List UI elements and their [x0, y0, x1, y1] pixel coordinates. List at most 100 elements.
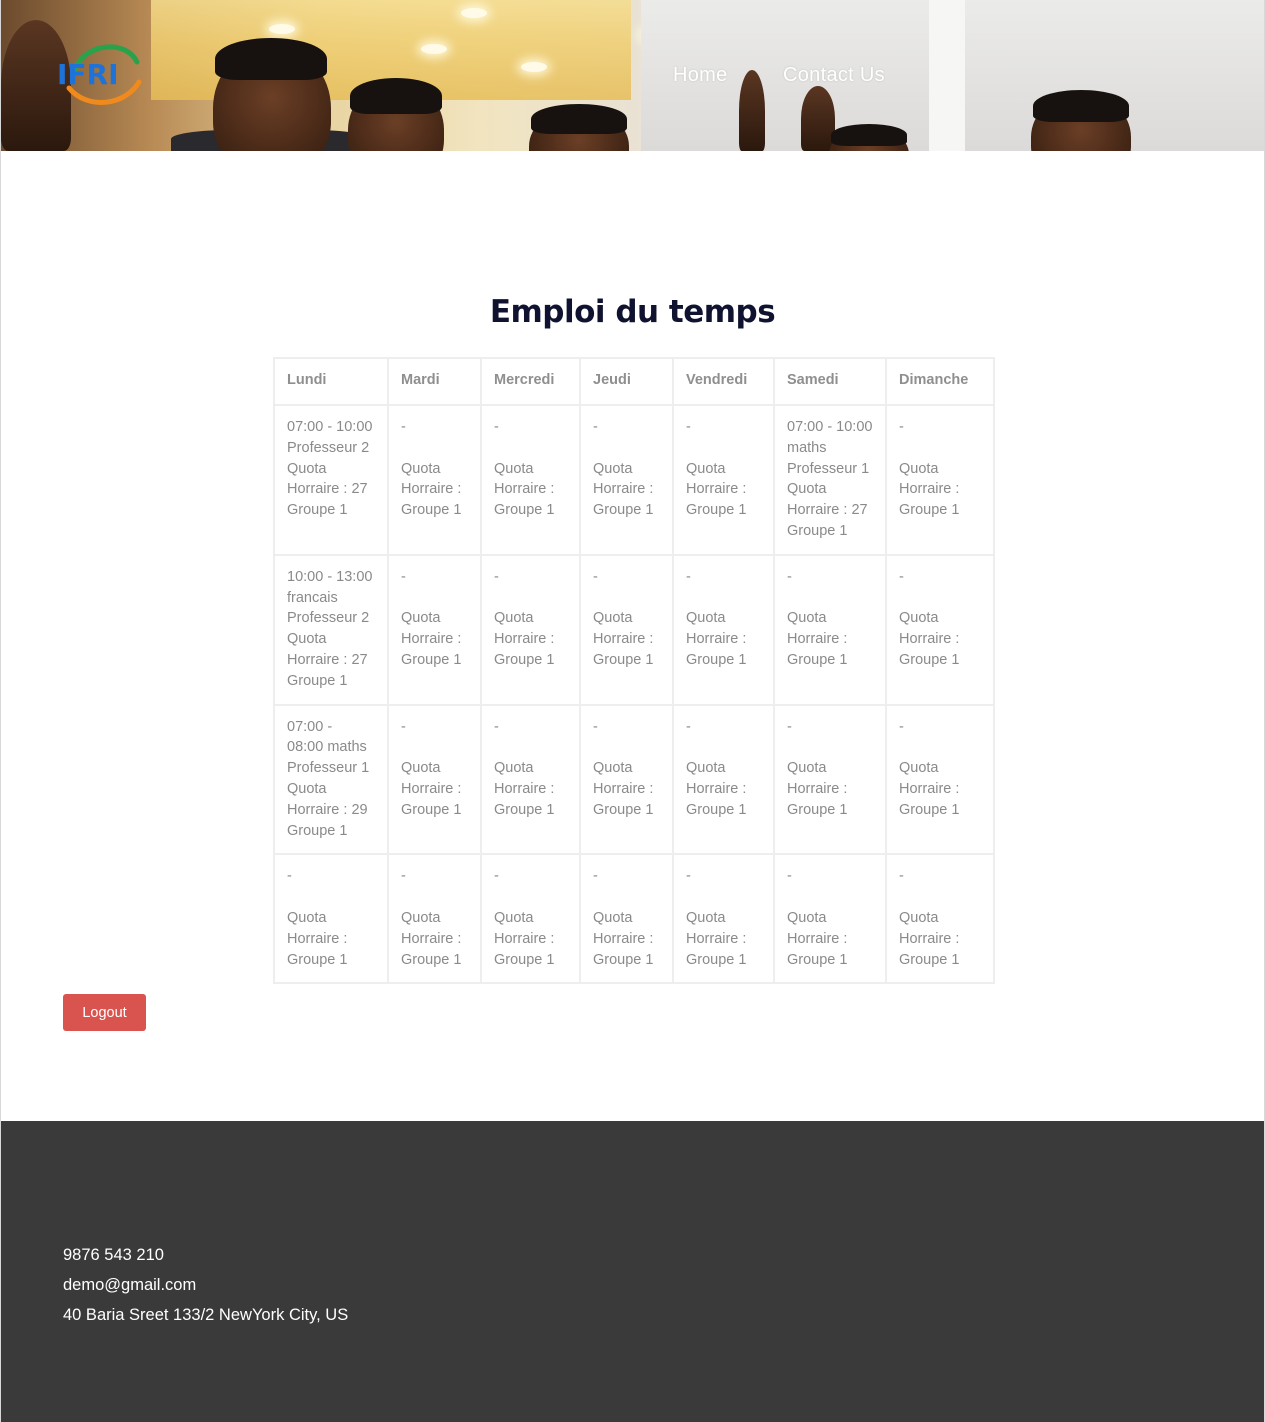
cell-text-line: Quota	[401, 610, 441, 627]
logout-button[interactable]: Logout	[63, 994, 146, 1031]
cell-text-line: -	[593, 419, 598, 435]
timetable-cell: - Quota Horraire : Groupe 1	[387, 404, 482, 556]
cell-text-line: Groupe 1	[787, 522, 848, 539]
cell-text-line: Quota	[787, 481, 827, 498]
cell-text-line: Quota	[494, 909, 534, 926]
ifri-logo[interactable]: IFRI	[55, 40, 147, 106]
timetable-cell: - Quota Horraire : Groupe 1	[672, 853, 775, 985]
hero-person	[831, 124, 907, 146]
timetable-cell: - Quota Horraire : Groupe 1	[773, 703, 887, 856]
cell-text-line	[593, 887, 660, 908]
cell-text-line: Horraire :	[494, 481, 555, 498]
cell-text-line: 07:00 - 10:00	[287, 419, 373, 435]
cell-text-line: -	[787, 868, 792, 885]
cell-text-line: -	[686, 568, 691, 585]
cell-text-line	[686, 887, 761, 908]
hero-header: IFRI Home Contact Us	[1, 0, 1264, 151]
cell-text-line: 08:00 maths	[287, 739, 367, 756]
cell-text-line: Horraire :	[401, 481, 462, 498]
cell-text-line: Groupe 1	[494, 502, 555, 519]
cell-text-line: Quota	[401, 909, 441, 926]
cell-text-line: Groupe 1	[686, 651, 747, 668]
cell-text-line: Quota	[787, 760, 827, 777]
cell-text-line: -	[494, 868, 499, 885]
ceiling-light	[521, 62, 547, 72]
footer-email: demo@gmail.com	[63, 1276, 197, 1294]
timetable-cell: - Quota Horraire : Groupe 1	[273, 853, 389, 985]
timetable-cell: - Quota Horraire : Groupe 1	[885, 853, 995, 985]
cell-text-line: Groupe 1	[593, 951, 654, 968]
cell-text-line: Horraire :	[686, 780, 747, 797]
cell-text-line: -	[593, 718, 598, 735]
cell-text-line: -	[787, 718, 792, 735]
timetable-header-row: Lundi Mardi Mercredi Jeudi Vendredi Same…	[273, 357, 995, 406]
nav-home-link[interactable]: Home	[673, 64, 728, 87]
cell-text-line	[593, 737, 660, 758]
cell-text-line: Quota	[899, 610, 939, 627]
cell-text-line: Groupe 1	[899, 951, 960, 968]
timetable-cell: - Quota Horraire : Groupe 1	[579, 404, 674, 556]
cell-text-line	[494, 737, 567, 758]
cell-text-line: Horraire :	[593, 780, 654, 797]
cell-text-line: Horraire :	[787, 780, 848, 797]
cell-text-line: Quota	[494, 460, 534, 477]
timetable-row: - Quota Horraire : Groupe 1 - Quota Horraire :…	[273, 853, 995, 985]
cell-text-line: Professeur 1	[787, 460, 870, 477]
cell-text-line: Horraire : 27	[287, 481, 368, 498]
timetable-cell: - Quota Horraire : Groupe 1	[773, 853, 887, 985]
cell-text-line: Quota	[593, 610, 633, 627]
cell-text-line: -	[494, 568, 499, 585]
cell-text-line: Groupe 1	[787, 801, 848, 818]
timetable-body: 07:00 - 10:00 Professeur 2 Quota Horraire :…	[273, 404, 995, 985]
timetable-cell: - Quota Horraire : Groupe 1	[480, 853, 581, 985]
cell-text-line	[494, 887, 567, 908]
hero-person	[215, 38, 327, 80]
column-header-mercredi: Mercredi	[480, 357, 581, 406]
cell-text-line: -	[401, 718, 406, 735]
cell-text-line: Quota	[593, 909, 633, 926]
hero-person	[531, 104, 627, 134]
cell-text-line: Horraire :	[401, 930, 462, 947]
cell-text-line: Horraire :	[287, 930, 348, 947]
cell-text-line: Horraire :	[401, 631, 462, 648]
cell-text-line: Horraire :	[899, 930, 960, 947]
cell-text-line	[899, 887, 981, 908]
cell-text-line: Horraire :	[593, 930, 654, 947]
footer-address: 40 Baria Sreet 133/2 NewYork City, US	[63, 1306, 349, 1324]
cell-text-line: -	[686, 868, 691, 885]
cell-text-line: Horraire :	[494, 780, 555, 797]
hero-person	[350, 78, 442, 114]
page-title: Emploi du temps	[489, 294, 776, 330]
cell-text-line: Quota	[593, 760, 633, 777]
cell-text-line: Groupe 1	[686, 502, 747, 519]
cell-text-line: Groupe 1	[401, 502, 462, 519]
cell-text-line: -	[899, 419, 904, 435]
cell-text-line: Groupe 1	[593, 801, 654, 818]
timetable-cell: - Quota Horraire : Groupe 1	[579, 853, 674, 985]
cell-text-line: Horraire :	[494, 631, 555, 648]
cell-text-line	[899, 438, 981, 459]
timetable-cell: 10:00 - 13:00 francais Professeur 2 Quota Ho…	[273, 553, 389, 706]
nav-contact-link[interactable]: Contact Us	[783, 64, 885, 87]
hero-sculpture	[739, 70, 765, 151]
column-header-lundi: Lundi	[273, 357, 389, 406]
cell-text-line: Quota	[401, 760, 441, 777]
cell-text-line: Quota	[287, 460, 327, 477]
cell-text-line: maths	[787, 439, 827, 456]
cell-text-line: Groupe 1	[593, 502, 654, 519]
cell-text-line: Quota	[787, 610, 827, 627]
hero-person	[1033, 90, 1129, 122]
cell-text-line: Groupe 1	[899, 651, 960, 668]
cell-text-line: 07:00 -	[287, 718, 333, 735]
timetable-cell: - Quota Horraire : Groupe 1	[480, 553, 581, 706]
cell-text-line: -	[899, 868, 904, 885]
cell-text-line: Professeur 1	[287, 760, 370, 777]
cell-text-line: Horraire :	[899, 780, 960, 797]
cell-text-line	[686, 737, 761, 758]
timetable-cell: - Quota Horraire : Groupe 1	[387, 853, 482, 985]
cell-text-line	[787, 887, 873, 908]
cell-text-line	[494, 588, 567, 609]
cell-text-line: Groupe 1	[401, 651, 462, 668]
cell-text-line: Groupe 1	[593, 651, 654, 668]
cell-text-line: Groupe 1	[401, 801, 462, 818]
